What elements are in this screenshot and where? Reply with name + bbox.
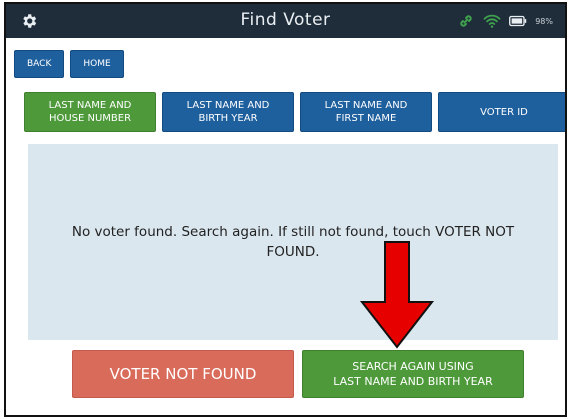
battery-icon xyxy=(509,15,527,27)
message-line1: No voter found. Search again. If still n… xyxy=(71,224,515,240)
status-area: 98% xyxy=(457,12,553,30)
tab-label-line1: LAST NAME AND xyxy=(324,100,408,111)
tab-label-line1: LAST NAME AND xyxy=(48,100,132,111)
down-arrow-icon xyxy=(359,241,435,349)
tab-label-line1: VOTER ID xyxy=(480,106,528,118)
app-window: Find Voter 98% BACK HOME LAST NAME AND HO… xyxy=(4,2,567,417)
tab-last-name-first-name[interactable]: LAST NAME AND FIRST NAME xyxy=(300,92,432,132)
search-again-line2: LAST NAME AND BIRTH YEAR xyxy=(333,375,493,388)
search-again-line1: SEARCH AGAIN USING xyxy=(352,360,474,373)
tab-last-name-birth-year[interactable]: LAST NAME AND BIRTH YEAR xyxy=(162,92,294,132)
tab-last-name-house-number[interactable]: LAST NAME AND HOUSE NUMBER xyxy=(24,92,156,132)
nav-row: BACK HOME xyxy=(14,50,124,78)
title-bar: Find Voter 98% xyxy=(6,4,565,38)
back-button[interactable]: BACK xyxy=(14,50,65,78)
tab-label-line2: HOUSE NUMBER xyxy=(48,113,132,124)
no-voter-message: No voter found. Search again. If still n… xyxy=(48,222,538,262)
search-again-button[interactable]: SEARCH AGAIN USING LAST NAME AND BIRTH YE… xyxy=(302,350,524,398)
tab-label-line2: BIRTH YEAR xyxy=(198,113,258,124)
message-panel: No voter found. Search again. If still n… xyxy=(28,144,558,340)
voter-not-found-button[interactable]: VOTER NOT FOUND xyxy=(72,350,294,398)
link-icon xyxy=(460,15,472,27)
search-tabs: LAST NAME AND HOUSE NUMBER LAST NAME AND B… xyxy=(24,92,565,132)
home-button[interactable]: HOME xyxy=(70,50,124,78)
wifi-icon xyxy=(483,14,501,28)
battery-percent: 98% xyxy=(535,16,553,26)
tab-label-line2: FIRST NAME xyxy=(335,113,397,124)
tab-label-line1: LAST NAME AND xyxy=(186,100,270,111)
tab-voter-id[interactable]: VOTER ID xyxy=(438,92,565,132)
message-line2: FOUND. xyxy=(266,244,320,260)
